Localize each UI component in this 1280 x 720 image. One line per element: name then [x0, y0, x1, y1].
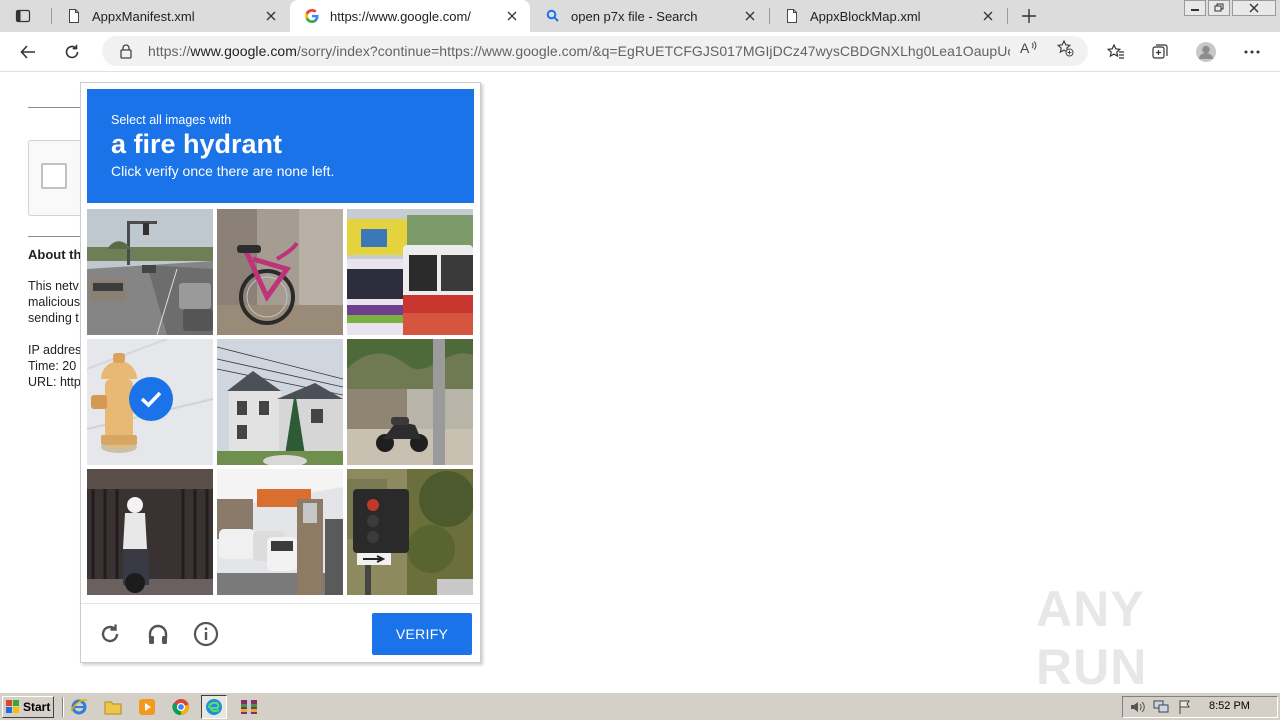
captcha-tile-traffic-light[interactable] [347, 469, 473, 595]
divider [28, 107, 80, 108]
collections-icon[interactable] [1146, 38, 1174, 66]
captcha-image-grid [87, 209, 475, 597]
captcha-tile-intersection[interactable] [87, 209, 213, 335]
close-window-icon[interactable] [1232, 0, 1276, 16]
add-favorite-icon[interactable] [1056, 39, 1074, 57]
tab-label: https://www.google.com/ [330, 8, 471, 24]
captcha-instruction: Select all images with [111, 113, 232, 127]
captcha-header: Select all images with a fire hydrant Cl… [87, 89, 474, 203]
time-line: Time: 20 [28, 359, 77, 373]
flag-icon[interactable] [1177, 700, 1193, 714]
tab-label: open p7x file - Search [571, 8, 698, 24]
address-bar[interactable]: https://www.google.com/sorry/index?conti… [102, 36, 1088, 66]
tab-appxblockmap[interactable]: AppxBlockMap.xml [770, 0, 1006, 32]
anyrun-watermark: ANY RUN [1036, 581, 1148, 695]
chrome-icon[interactable] [172, 698, 190, 716]
edge-icon[interactable] [201, 695, 227, 719]
navigation-bar: https://www.google.com/sorry/index?conti… [0, 32, 1280, 72]
restore-icon[interactable] [1208, 0, 1230, 16]
media-player-icon[interactable] [138, 698, 156, 716]
tab-appxmanifest[interactable]: AppxManifest.xml [52, 0, 289, 32]
page-paragraph-line: sending t [28, 311, 79, 325]
profile-avatar-icon[interactable] [1192, 38, 1220, 66]
captcha-tile-motorcyclist[interactable] [87, 469, 213, 595]
tab-search[interactable]: open p7x file - Search [531, 0, 768, 32]
back-icon[interactable] [14, 38, 42, 66]
ip-address-line: IP addres [28, 343, 82, 357]
page-heading: About th [28, 247, 82, 262]
captcha-tile-parked-cars[interactable] [217, 469, 343, 595]
svg-text:A: A [1020, 40, 1030, 56]
internet-explorer-icon[interactable] [70, 698, 88, 716]
audio-challenge-icon[interactable] [145, 621, 171, 647]
recaptcha-widget[interactable] [28, 140, 88, 216]
system-tray: 8:52 PM [1122, 696, 1278, 718]
refresh-icon[interactable] [58, 38, 86, 66]
tab-separator [1007, 8, 1008, 24]
captcha-target: a fire hydrant [111, 129, 283, 159]
start-label: Start [23, 700, 51, 714]
tab-actions-icon[interactable] [8, 4, 38, 28]
captcha-tile-buses[interactable] [347, 209, 473, 335]
close-icon[interactable] [263, 8, 279, 24]
google-icon [304, 8, 320, 24]
search-icon [545, 8, 561, 24]
close-icon[interactable] [504, 8, 520, 24]
tab-label: AppxBlockMap.xml [810, 8, 921, 24]
clock: 8:52 PM [1209, 700, 1250, 712]
file-explorer-icon[interactable] [104, 698, 122, 716]
close-icon[interactable] [742, 8, 758, 24]
tab-strip: AppxManifest.xml https://www.google.com/… [0, 0, 1280, 32]
network-icon[interactable] [1153, 700, 1169, 714]
divider [28, 236, 80, 237]
more-menu-icon[interactable] [1238, 38, 1266, 66]
captcha-challenge: Select all images with a fire hydrant Cl… [80, 82, 481, 663]
captcha-tile-motorcycle[interactable] [347, 339, 473, 465]
minimize-icon[interactable] [1184, 0, 1206, 16]
start-button[interactable]: Start [2, 696, 54, 718]
captcha-tile-fire-hydrant[interactable] [87, 339, 213, 465]
reload-icon[interactable] [97, 621, 123, 647]
url-line: URL: http [28, 375, 81, 389]
tab-google[interactable]: https://www.google.com/ [290, 0, 530, 32]
windows-logo-icon [6, 700, 19, 713]
winrar-icon[interactable] [240, 698, 258, 716]
verify-button[interactable]: VERIFY [372, 613, 472, 655]
page-paragraph-line: malicious [28, 295, 81, 309]
info-icon[interactable] [193, 621, 219, 647]
volume-icon[interactable] [1129, 700, 1145, 714]
recaptcha-checkbox[interactable] [41, 163, 67, 189]
captcha-footer: VERIFY [81, 603, 480, 663]
selected-check-icon [129, 377, 173, 421]
read-aloud-icon[interactable]: A [1020, 39, 1038, 57]
close-icon[interactable] [980, 8, 996, 24]
document-icon [784, 8, 800, 24]
document-icon [66, 8, 82, 24]
favorites-icon[interactable] [1102, 38, 1130, 66]
page-paragraph-line: This netv [28, 279, 79, 293]
captcha-tile-house[interactable] [217, 339, 343, 465]
taskbar: Start 8:52 PM [0, 692, 1280, 720]
new-tab-icon[interactable] [1016, 4, 1042, 28]
url-text[interactable]: https://www.google.com/sorry/index?conti… [148, 43, 1010, 59]
captcha-hint: Click verify once there are none left. [111, 163, 335, 179]
lock-icon[interactable] [118, 43, 134, 59]
taskbar-separator [62, 697, 64, 717]
captcha-tile-bicycle[interactable] [217, 209, 343, 335]
tab-label: AppxManifest.xml [92, 8, 195, 24]
